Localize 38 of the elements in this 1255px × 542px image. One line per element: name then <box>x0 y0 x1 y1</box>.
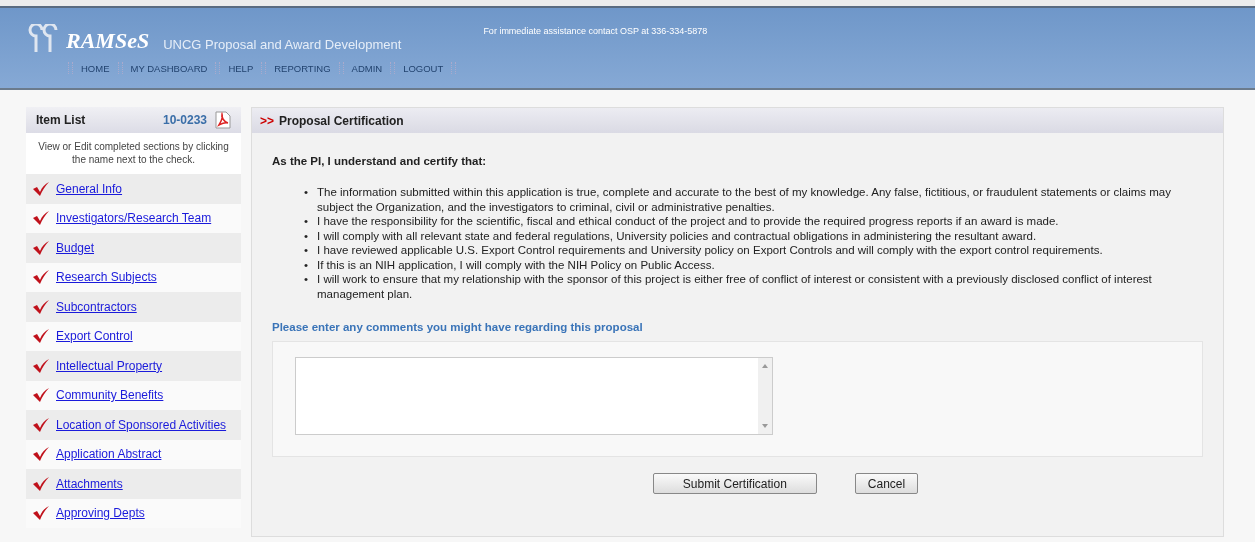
intro-text: As the PI, I understand and certify that: <box>272 155 488 167</box>
submit-button[interactable]: Submit Certification <box>652 473 817 494</box>
bullet-mark: • <box>304 214 309 229</box>
section-link[interactable]: Subcontractors <box>56 299 137 314</box>
section-link[interactable]: General Info <box>56 181 123 196</box>
section-link[interactable]: Attachments <box>56 476 123 491</box>
bullet-mark: • <box>304 272 309 287</box>
section-link[interactable]: Export Control <box>56 329 133 344</box>
nav-link[interactable]: REPORTING <box>274 62 331 74</box>
certification-statement: I have the responsibility for the scientific, fiscal and ethical conduct of the project and to provide the required progress reports if an award is made. <box>317 214 1059 229</box>
app-logo: RAMSeS <box>66 28 150 54</box>
section-marker: >> <box>260 113 274 128</box>
app-subtitle: UNCG Proposal and Award Development <box>163 37 402 54</box>
section-link[interactable]: Budget <box>56 240 95 255</box>
assistance-text: For immediate assistance contact OSP at 336-334-5878 <box>483 25 708 36</box>
nav-link[interactable]: HOME <box>81 62 110 74</box>
comments-label: Please enter any comments you might have regarding this proposal <box>272 321 644 333</box>
comments-field[interactable] <box>295 357 773 435</box>
cancel-button[interactable]: Cancel <box>854 473 919 494</box>
scrollbar[interactable] <box>758 358 772 434</box>
certification-statement: The information submitted within this application is true, complete and accurate to the best of my knowledge. Any false, fictitious, or fraudulent statements or claims may subject the Organization, and the investigators to criminal, civil or administrative penalties. <box>317 185 1172 214</box>
bullet-mark: • <box>304 228 309 243</box>
nav-link[interactable]: LOGOUT <box>403 62 444 74</box>
nav-link[interactable]: ADMIN <box>351 62 383 74</box>
nav-link[interactable]: MY DASHBOARD <box>130 62 208 74</box>
nav-link[interactable]: HELP <box>228 62 254 74</box>
bullet-mark: • <box>304 257 309 272</box>
sidebar-title: Item List <box>36 113 87 127</box>
certification-statement: I will comply with all relevant state and federal regulations, University policies and contractual obligations in administering the resultant award. <box>317 228 1037 243</box>
pdf-icon[interactable] <box>215 111 231 129</box>
sidebar-hint: View or Edit completed sections by clicking the name next to the check. <box>37 140 230 167</box>
certification-statement: I will work to ensure that my relationship with the sponsor of this project is either free of conflict of interest or consistent with a previously disclosed conflict of interest management plan. <box>317 272 1153 301</box>
certification-statement: I have reviewed applicable U.S. Export Control requirements and University policy on Export Controls and will comply with the export control requirements. <box>317 243 1103 258</box>
proposal-number: 10-0233 <box>162 113 207 127</box>
bullet-mark: • <box>304 185 309 200</box>
panel-title: Proposal Certification <box>279 113 404 128</box>
certification-statement: If this is an NIH application, I will comply with the NIH Policy on Public Access. <box>317 257 715 272</box>
bullet-mark: • <box>304 243 309 258</box>
